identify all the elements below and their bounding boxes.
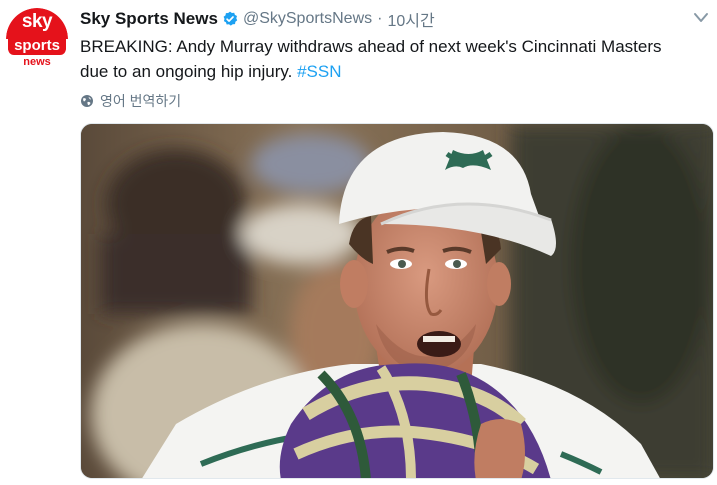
timestamp[interactable]: 10시간 [387, 7, 434, 31]
tennis-player-photo [81, 124, 713, 478]
handle[interactable]: @SkySportsNews [243, 10, 372, 28]
avatar[interactable]: sky sports news [6, 8, 68, 70]
avatar-news-text: news [23, 56, 51, 68]
separator-dot: · [377, 10, 383, 27]
hashtag-link[interactable]: #SSN [297, 62, 341, 81]
verified-badge-icon [223, 11, 238, 26]
tweet: sky sports news Sky Sports News @SkySpor… [0, 0, 717, 485]
globe-icon [81, 95, 93, 107]
tweet-photo[interactable] [80, 123, 714, 479]
chevron-down-icon[interactable] [693, 12, 709, 24]
display-name[interactable]: Sky Sports News [80, 9, 218, 29]
translate-label: 영어 번역하기 [100, 93, 182, 109]
tweet-header: Sky Sports News @SkySportsNews · 10시간 [80, 8, 435, 30]
tweet-text: BREAKING: Andy Murray withdraws ahead of… [80, 34, 690, 84]
avatar-sports-text: sports [8, 38, 66, 55]
tweet-body: BREAKING: Andy Murray withdraws ahead of… [80, 37, 662, 81]
avatar-sky-text: sky [6, 8, 68, 39]
translate-link[interactable]: 영어 번역하기 [80, 92, 181, 110]
